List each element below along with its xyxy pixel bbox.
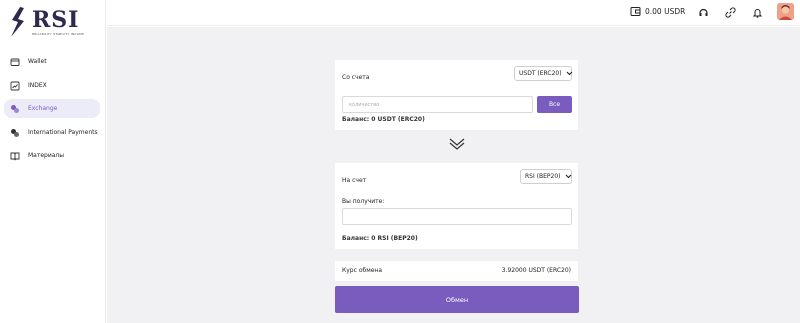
sidebar-item-index[interactable]: INDEX <box>4 76 100 95</box>
sidebar-item-materials[interactable]: Материалы <box>4 146 100 165</box>
link-icon[interactable] <box>724 6 736 18</box>
from-account-label: Со счета <box>342 74 370 81</box>
logo-mark-icon <box>11 7 24 37</box>
avatar[interactable] <box>777 3 794 20</box>
logo-text: RSI RELIABILITY STABILITY INCOME <box>32 9 84 36</box>
rate-value: 3.92000 USDT (ERC20) <box>501 267 571 274</box>
amount-field[interactable] <box>349 101 532 108</box>
sidebar: RSI RELIABILITY STABILITY INCOME Wallet … <box>0 0 106 323</box>
to-account-label: На счет <box>342 177 367 184</box>
sidebar-item-label: INDEX <box>28 82 47 89</box>
sidebar-item-label: Exchange <box>28 105 58 112</box>
header-balance-value: 0.00 USDR <box>645 7 686 16</box>
sidebar-item-label: Материалы <box>28 152 64 159</box>
double-chevron-down-icon[interactable] <box>448 136 466 152</box>
chart-icon <box>10 81 20 91</box>
rate-card: Курс обмена 3.92000 USDT (ERC20) <box>335 261 578 281</box>
exchange-icon <box>10 104 20 114</box>
amount-input[interactable] <box>342 96 533 113</box>
bell-icon[interactable] <box>751 6 763 18</box>
exchange-button[interactable]: Обмен <box>335 286 579 313</box>
from-balance: Баланс: 0 USDT (ERC20) <box>342 116 425 123</box>
coins-icon <box>10 128 20 138</box>
chevron-down-icon <box>566 71 573 76</box>
logo-tagline: RELIABILITY STABILITY INCOME <box>32 31 85 36</box>
book-icon <box>10 151 20 161</box>
to-currency-value: RSI (BEP20) <box>525 173 561 180</box>
chevron-down-icon <box>565 174 572 179</box>
sidebar-item-label: International Payments <box>28 129 98 136</box>
to-balance: Баланс: 0 RSI (BEP20) <box>342 235 418 242</box>
rate-label: Курс обмена <box>342 267 383 274</box>
receive-label: Вы получите: <box>342 198 385 205</box>
to-currency-select[interactable]: RSI (BEP20) <box>520 169 572 184</box>
receive-input[interactable] <box>342 208 572 225</box>
sidebar-item-label: Wallet <box>28 58 47 65</box>
wallet-icon <box>630 7 641 16</box>
from-account-card: Со счета USDT (ERC20) Все Баланс: 0 USDT… <box>335 60 578 130</box>
wallet-icon <box>10 57 20 67</box>
all-button[interactable]: Все <box>537 96 572 113</box>
top-header: 0.00 USDR <box>107 0 800 26</box>
sidebar-item-international-payments[interactable]: International Payments <box>4 123 100 142</box>
from-currency-value: USDT (ERC20) <box>519 70 562 77</box>
logo-name: RSI <box>32 6 80 33</box>
logo[interactable]: RSI RELIABILITY STABILITY INCOME <box>8 5 100 39</box>
header-balance[interactable]: 0.00 USDR <box>630 6 685 17</box>
sidebar-item-wallet[interactable]: Wallet <box>4 52 100 71</box>
from-currency-select[interactable]: USDT (ERC20) <box>514 66 572 81</box>
receive-field[interactable] <box>349 213 571 220</box>
to-account-card: На счет RSI (BEP20) Вы получите: Баланс:… <box>335 163 578 249</box>
headset-icon[interactable] <box>697 6 709 18</box>
sidebar-item-exchange[interactable]: Exchange <box>4 99 100 118</box>
